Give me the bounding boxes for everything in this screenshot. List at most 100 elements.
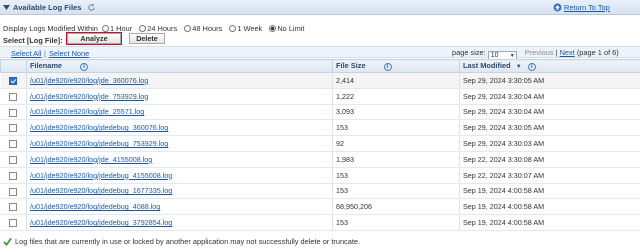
filename-link[interactable]: /u01/jde920/e920/log/jdedebug_1677335.lo… [30, 186, 172, 195]
radio-24-hours[interactable] [139, 25, 147, 32]
last-modified-cell: Sep 22, 2024 3:30:07 AM [459, 167, 640, 184]
row-checkbox[interactable] [9, 203, 18, 212]
file-size-cell: 1,222 [332, 88, 460, 105]
radio-label-48-hours: 48 Hours [192, 24, 223, 33]
select-none-link[interactable]: Select None [49, 49, 89, 58]
row-checkbox-cell [0, 198, 27, 216]
row-checkbox-cell [0, 72, 27, 89]
page-size-label: page size: [452, 48, 486, 57]
table-row[interactable]: /u01/jde920/e920/log/jdedebug_3792854.lo… [0, 214, 640, 231]
filename-cell: /u01/jde920/e920/log/jdedebug_1677335.lo… [26, 183, 333, 200]
table-row[interactable]: /u01/jde920/e920/log/jdedebug_4088.log 68… [0, 198, 640, 216]
table-header-row: Filename i File Size i Last Modified ▼ i [0, 59, 640, 73]
filename-link[interactable]: /u01/jde920/e920/log/jdedebug_4088.log [30, 202, 160, 211]
column-label-last-modified: Last Modified [463, 61, 511, 71]
row-checkbox[interactable] [9, 155, 18, 164]
row-checkbox-cell [0, 214, 27, 231]
filename-link[interactable]: /u01/jde920/e920/log/jdedebug_753929.log [30, 139, 168, 148]
column-header-file-size[interactable]: File Size i [332, 59, 460, 73]
info-icon[interactable]: i [527, 62, 536, 71]
filename-cell: /u01/jde920/e920/log/jdedebug_360076.log [26, 119, 333, 137]
info-icon[interactable]: i [383, 62, 392, 71]
radio-1-week[interactable] [229, 25, 237, 32]
filename-cell: /u01/jde920/e920/log/jde_360076.log [26, 72, 333, 89]
row-checkbox[interactable] [9, 76, 18, 85]
radio-no-limit[interactable] [269, 25, 277, 32]
table-row[interactable]: /u01/jde920/e920/log/jde_753929.log 1,222… [0, 88, 640, 105]
table-row[interactable]: /u01/jde920/e920/log/jde_360076.log 2,414… [0, 72, 640, 89]
filename-cell: /u01/jde920/e920/log/jdedebug_3792854.lo… [26, 214, 333, 231]
next-page-link[interactable]: Next [560, 48, 575, 57]
previous-page-link[interactable]: Previous [525, 48, 554, 57]
file-size-cell: 153 [332, 214, 460, 231]
table-row[interactable]: /u01/jde920/e920/log/jdedebug_753929.log… [0, 135, 640, 152]
arrow-up-icon[interactable] [553, 3, 562, 12]
file-size-cell: 1,983 [332, 151, 460, 168]
filename-link[interactable]: /u01/jde920/e920/log/jdedebug_4155008.lo… [30, 171, 172, 180]
row-checkbox[interactable] [9, 140, 18, 149]
last-modified-cell: Sep 29, 2024 3:30:04 AM [459, 88, 640, 105]
filename-link[interactable]: /u01/jde920/e920/log/jdedebug_3792854.lo… [30, 218, 172, 227]
collapse-triangle-icon[interactable] [3, 4, 10, 11]
info-icon[interactable]: i [80, 62, 89, 71]
filename-link[interactable]: /u01/jde920/e920/log/jde_360076.log [30, 76, 148, 85]
last-modified-cell: Sep 29, 2024 3:30:04 AM [459, 104, 640, 121]
column-header-select [0, 59, 27, 73]
page-info: (page 1 of 6) [576, 48, 619, 57]
row-checkbox[interactable] [9, 108, 18, 117]
filename-cell: /u01/jde920/e920/log/jde_4155008.log [26, 151, 333, 168]
table-row[interactable]: /u01/jde920/e920/log/jde_25571.log 3,093 S… [0, 104, 640, 121]
file-size-cell: 3,093 [332, 104, 460, 121]
last-modified-cell: Sep 19, 2024 4:00:58 AM [459, 183, 640, 200]
footer-text: Log files that are currently in use or l… [15, 237, 361, 246]
select-log-file-label: Select [Log File]: [3, 36, 63, 45]
file-size-cell: 153 [332, 119, 460, 137]
row-checkbox[interactable] [9, 92, 18, 101]
filename-cell: /u01/jde920/e920/log/jdedebug_4155008.lo… [26, 167, 333, 184]
refresh-icon[interactable] [87, 3, 96, 12]
sort-descending-icon[interactable]: ▼ [516, 64, 522, 70]
table-row[interactable]: /u01/jde920/e920/log/jdedebug_1677335.lo… [0, 183, 640, 200]
filename-link[interactable]: /u01/jde920/e920/log/jde_4155008.log [30, 155, 152, 164]
row-checkbox[interactable] [9, 219, 18, 228]
last-modified-cell: Sep 22, 2024 3:30:08 AM [459, 151, 640, 168]
filename-link[interactable]: /u01/jde920/e920/log/jdedebug_360076.log [30, 123, 168, 132]
log-files-panel: Available Log Files Return To Top Displa… [0, 0, 640, 252]
row-checkbox-cell [0, 88, 27, 105]
row-checkbox[interactable] [9, 124, 18, 133]
row-checkbox[interactable] [9, 171, 18, 180]
row-checkbox-cell [0, 167, 27, 184]
select-all-link[interactable]: Select All [11, 49, 41, 58]
panel-title: Available Log Files [13, 3, 82, 12]
analyze-button[interactable]: Analyze [66, 32, 122, 45]
radio-48-hours[interactable] [184, 25, 192, 32]
file-size-cell: 153 [332, 183, 460, 200]
file-size-cell: 2,414 [332, 72, 460, 89]
table-row[interactable]: /u01/jde920/e920/log/jde_4155008.log 1,98… [0, 151, 640, 168]
row-checkbox[interactable] [9, 187, 18, 196]
footer-note: Log files that are currently in use or l… [3, 237, 360, 246]
filename-link[interactable]: /u01/jde920/e920/log/jde_753929.log [30, 92, 148, 101]
selection-toolbar: Select All | Select None page size: 10 ▼ P… [0, 46, 640, 60]
file-size-cell: 153 [332, 167, 460, 184]
row-checkbox-cell [0, 119, 27, 137]
filter-label: Display Logs Modified Within [3, 24, 98, 33]
column-header-filename[interactable]: Filename i [26, 59, 333, 73]
filename-link[interactable]: /u01/jde920/e920/log/jde_25571.log [30, 107, 144, 116]
file-size-cell: 92 [332, 135, 460, 152]
column-header-last-modified[interactable]: Last Modified ▼ i [459, 59, 640, 73]
filename-cell: /u01/jde920/e920/log/jde_25571.log [26, 104, 333, 121]
last-modified-cell: Sep 29, 2024 3:30:05 AM [459, 72, 640, 89]
table-row[interactable]: /u01/jde920/e920/log/jdedebug_4155008.lo… [0, 167, 640, 184]
column-label-file-size: File Size [336, 61, 366, 71]
row-checkbox-cell [0, 151, 27, 168]
radio-label-24-hours: 24 Hours [147, 24, 178, 33]
table-row[interactable]: /u01/jde920/e920/log/jdedebug_360076.log… [0, 119, 640, 137]
return-to-top-link[interactable]: Return To Top [564, 3, 610, 12]
page-size-value: 10 [490, 52, 499, 59]
delete-button[interactable]: Delete [129, 33, 165, 44]
radio-label-1-hour: 1 Hour [109, 24, 133, 33]
pager-separator: | [555, 48, 558, 57]
row-checkbox-cell [0, 104, 27, 121]
radio-1-hour[interactable] [101, 25, 109, 32]
